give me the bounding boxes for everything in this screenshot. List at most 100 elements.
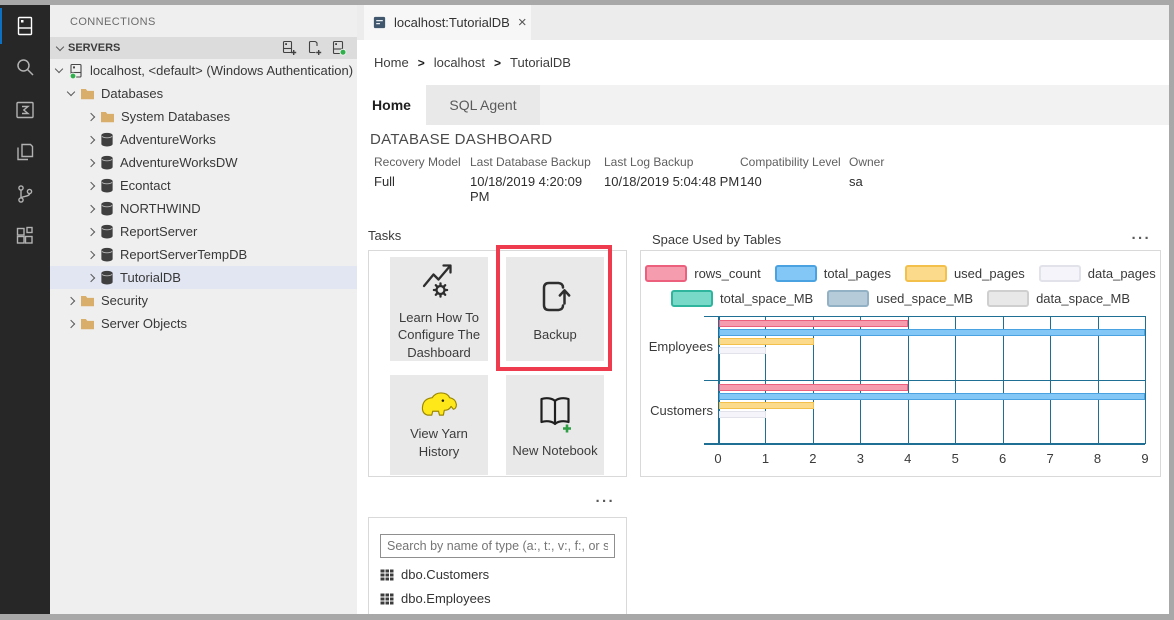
chart-legend-row-2: total_space_MBused_space_MBdata_space_MB — [641, 288, 1160, 308]
folder-icon — [100, 110, 115, 123]
learn-how-to-configure-the-dashboard-button[interactable]: Learn How To Configure The Dashboard — [390, 257, 488, 361]
property-label: Last Log Backup — [604, 155, 740, 169]
breadcrumb-item-home[interactable]: Home — [374, 55, 409, 70]
breadcrumb-item-localhost[interactable]: localhost — [434, 55, 485, 70]
tree-item-label: localhost, <default> (Windows Authentica… — [90, 63, 353, 78]
space-used-panel: Space Used by Tables ··· rows_counttotal… — [640, 228, 1161, 477]
chevron-right-icon[interactable] — [87, 204, 95, 212]
search-input[interactable] — [380, 534, 615, 558]
bar-data-pages — [719, 347, 766, 354]
chart-band-employees — [719, 316, 1145, 380]
source-control-icon[interactable] — [0, 173, 50, 215]
close-icon[interactable]: × — [518, 15, 527, 30]
tree-item-label: TutorialDB — [120, 270, 181, 285]
new-server-group-icon[interactable] — [306, 40, 322, 56]
bar-slot — [719, 356, 1145, 363]
database-icon — [100, 224, 114, 239]
object-item-dbo-customers[interactable]: dbo.Customers — [380, 567, 615, 582]
folder-icon — [80, 317, 95, 330]
database-properties: Recovery ModelFullLast Database Backup10… — [374, 155, 909, 204]
servers-section-header[interactable]: SERVERS — [50, 37, 357, 59]
tree-item-adventureworks[interactable]: AdventureWorks — [50, 128, 357, 151]
sidebar-title: CONNECTIONS — [50, 5, 357, 37]
tree-item-label: AdventureWorks — [120, 132, 216, 147]
bar-data-pages — [719, 411, 766, 418]
legend-item-total-space-mb: total_space_MB — [671, 290, 813, 307]
dashboard-tabs: HomeSQL Agent — [357, 85, 1169, 125]
object-item-dbo-employees[interactable]: dbo.Employees — [380, 591, 615, 606]
tree-item-localhost-default-windows-authentication[interactable]: localhost, <default> (Windows Authentica… — [50, 59, 357, 82]
bar-slot — [719, 347, 1145, 354]
x-tick-label: 0 — [714, 451, 721, 466]
category-label-customers: Customers — [643, 403, 713, 418]
search-icon[interactable] — [0, 47, 50, 89]
object-list: dbo.Customers dbo.Employees — [380, 567, 615, 606]
legend-swatch — [827, 290, 869, 307]
bar-rows-count — [719, 320, 908, 327]
bar-slot — [719, 420, 1145, 427]
bar-chart-plot: 0123456789 — [718, 316, 1145, 444]
chevron-right-icon[interactable] — [87, 135, 95, 143]
x-tick-label: 9 — [1141, 451, 1148, 466]
more-options-icon[interactable]: ··· — [596, 498, 616, 506]
legend-item-rows-count: rows_count — [645, 265, 760, 282]
property-label: Owner — [849, 155, 909, 169]
breadcrumb-item-tutorialdb[interactable]: TutorialDB — [510, 55, 571, 70]
extensions-icon[interactable] — [0, 215, 50, 257]
notebooks-icon[interactable] — [0, 131, 50, 173]
chevron-right-icon[interactable] — [67, 319, 75, 327]
bar-used-pages — [719, 338, 814, 345]
property-value: 140 — [740, 174, 849, 189]
terminal-icon[interactable] — [0, 89, 50, 131]
folder-icon — [80, 294, 95, 307]
tree-item-tutorialdb[interactable]: TutorialDB — [50, 266, 357, 289]
tree-item-label: AdventureWorksDW — [120, 155, 238, 170]
tab-home[interactable]: Home — [357, 85, 426, 125]
tree-item-security[interactable]: Security — [50, 289, 357, 312]
editor-tab-title: localhost:TutorialDB — [394, 15, 510, 30]
bar-slot — [719, 338, 1145, 345]
tree-item-server-objects[interactable]: Server Objects — [50, 312, 357, 335]
x-tick-label: 5 — [952, 451, 959, 466]
connections-icon[interactable] — [0, 5, 50, 47]
database-icon — [100, 132, 114, 147]
active-connections-icon[interactable] — [331, 40, 347, 56]
chevron-right-icon[interactable] — [87, 250, 95, 258]
legend-label: data_pages — [1088, 266, 1156, 281]
bar-slot — [719, 320, 1145, 327]
tree-item-system-databases[interactable]: System Databases — [50, 105, 357, 128]
table-icon — [380, 593, 394, 605]
chevron-right-icon[interactable] — [87, 112, 95, 120]
chevron-right-icon[interactable] — [87, 158, 95, 166]
chevron-right-icon[interactable] — [87, 181, 95, 189]
view-yarn-history-button[interactable]: View Yarn History — [390, 375, 488, 475]
task-button-label: View Yarn History — [394, 425, 484, 460]
tree-item-northwind[interactable]: NORTHWIND — [50, 197, 357, 220]
legend-swatch — [671, 290, 713, 307]
bar-slot — [719, 384, 1145, 391]
bar-slot — [719, 402, 1145, 409]
new-notebook-button[interactable]: New Notebook — [506, 375, 604, 475]
editor-area: localhost:TutorialDB × Home>localhost>Tu… — [357, 5, 1169, 614]
tree-item-databases[interactable]: Databases — [50, 82, 357, 105]
tree-item-adventureworksdw[interactable]: AdventureWorksDW — [50, 151, 357, 174]
bar-total-pages — [719, 329, 1145, 336]
chevron-down-icon[interactable] — [67, 88, 75, 96]
breadcrumb-separator: > — [418, 56, 425, 70]
chevron-right-icon[interactable] — [67, 296, 75, 304]
bar-used-pages — [719, 402, 814, 409]
property-last-log-backup: Last Log Backup10/18/2019 5:04:48 PM — [604, 155, 740, 204]
gridline — [1145, 316, 1146, 444]
chevron-right-icon[interactable] — [87, 227, 95, 235]
more-options-icon[interactable]: ··· — [1132, 235, 1152, 243]
backup-button[interactable]: Backup — [506, 257, 604, 361]
bar-slot — [719, 393, 1145, 400]
editor-tab[interactable]: localhost:TutorialDB × — [364, 5, 531, 40]
chevron-right-icon[interactable] — [87, 273, 95, 281]
tab-sql-agent[interactable]: SQL Agent — [426, 85, 540, 125]
chevron-down-icon[interactable] — [55, 65, 63, 73]
tree-item-econtact[interactable]: Econtact — [50, 174, 357, 197]
new-connection-icon[interactable] — [281, 40, 297, 56]
tree-item-reportserver[interactable]: ReportServer — [50, 220, 357, 243]
tree-item-reportservertempdb[interactable]: ReportServerTempDB — [50, 243, 357, 266]
